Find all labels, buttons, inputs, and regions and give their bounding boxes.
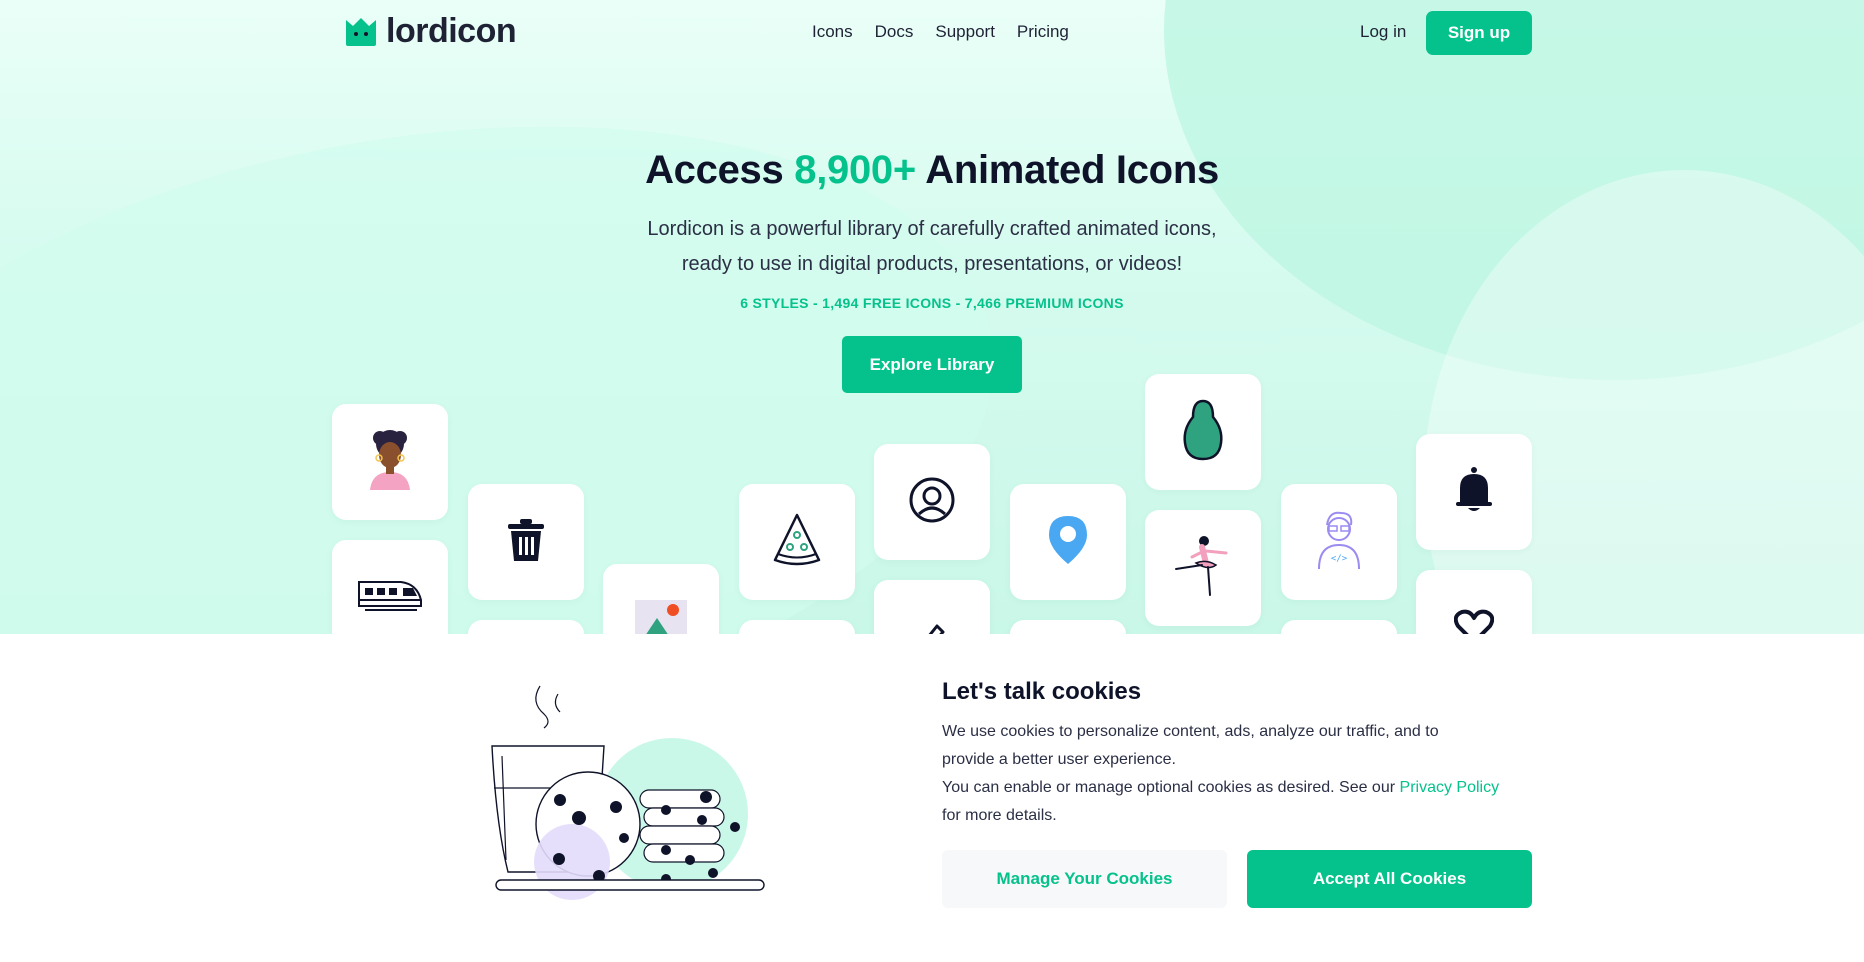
icon-tile[interactable] xyxy=(739,484,855,600)
icon-tile[interactable]: </> xyxy=(1281,484,1397,600)
icon-tile[interactable] xyxy=(1010,620,1126,634)
woman-avatar-icon xyxy=(362,428,418,497)
svg-text:</>: </> xyxy=(1331,554,1348,564)
hero-stats: 6 STYLES - 1,494 FREE ICONS - 7,466 PREM… xyxy=(740,295,1124,311)
hero-title-post: Animated Icons xyxy=(925,148,1219,192)
explore-library-button[interactable]: Explore Library xyxy=(842,336,1022,393)
logo[interactable]: lordicon xyxy=(344,12,517,50)
icon-tile[interactable] xyxy=(1145,374,1261,490)
cookie-text-line: You can enable or manage optional cookie… xyxy=(942,774,1542,802)
cookie-text: We use cookies to personalize content, a… xyxy=(942,718,1542,830)
icon-tile[interactable] xyxy=(1416,570,1532,634)
login-link[interactable]: Log in xyxy=(1360,22,1406,42)
image-icon xyxy=(633,598,689,634)
avocado-icon xyxy=(1181,399,1225,466)
cookie-text-line: We use cookies to personalize content, a… xyxy=(942,723,1439,740)
hero-subtitle-line: Lordicon is a powerful library of carefu… xyxy=(647,218,1217,240)
privacy-policy-link[interactable]: Privacy Policy xyxy=(1400,779,1500,796)
icon-tile[interactable] xyxy=(332,404,448,520)
location-pin-icon xyxy=(1047,514,1089,571)
icon-tile[interactable] xyxy=(468,620,584,634)
hero-section: lordicon Icons Docs Support Pricing Log … xyxy=(0,0,1864,634)
bell-icon xyxy=(1454,466,1494,519)
hero-title: Access 8,900+ Animated Icons xyxy=(0,148,1864,193)
cookie-text-segment: You can enable or manage optional cookie… xyxy=(942,779,1396,796)
pencil-icon xyxy=(917,620,947,634)
icon-tile[interactable] xyxy=(874,580,990,634)
icon-tile[interactable] xyxy=(1010,484,1126,600)
icon-tile[interactable] xyxy=(332,540,448,634)
icon-tile[interactable] xyxy=(468,484,584,600)
ballerina-icon xyxy=(1172,533,1234,604)
logo-text: lordicon xyxy=(386,12,517,50)
icon-tile[interactable] xyxy=(874,444,990,560)
icon-tile[interactable] xyxy=(1145,510,1261,626)
icon-tile[interactable] xyxy=(1281,620,1397,634)
site-header: lordicon Icons Docs Support Pricing Log … xyxy=(0,0,1864,68)
hero-subtitle: Lordicon is a powerful library of carefu… xyxy=(582,212,1282,282)
nav-item-icons[interactable]: Icons xyxy=(812,22,853,42)
cookie-text-line: provide a better user experience. xyxy=(942,751,1176,768)
main-nav: Icons Docs Support Pricing xyxy=(812,22,1069,42)
trash-icon xyxy=(506,517,546,568)
pizza-slice-icon xyxy=(771,512,823,573)
cookie-text-line: for more details. xyxy=(942,807,1057,824)
manage-cookies-button[interactable]: Manage Your Cookies xyxy=(942,850,1227,908)
accept-cookies-button[interactable]: Accept All Cookies xyxy=(1247,850,1532,908)
hero-subtitle-line: ready to use in digital products, presen… xyxy=(681,253,1183,275)
icon-tile[interactable] xyxy=(603,564,719,634)
icon-tile[interactable] xyxy=(739,620,855,634)
heart-icon xyxy=(1453,608,1495,634)
hero-title-accent: 8,900+ xyxy=(794,148,916,192)
crown-logo-icon xyxy=(344,14,378,48)
nav-item-docs[interactable]: Docs xyxy=(875,22,914,42)
cookie-title: Let's talk cookies xyxy=(942,678,1142,705)
hero-title-pre: Access xyxy=(645,148,784,192)
icon-tile[interactable] xyxy=(1416,434,1532,550)
signup-button[interactable]: Sign up xyxy=(1426,11,1532,55)
nav-item-support[interactable]: Support xyxy=(935,22,995,42)
developer-icon: </> xyxy=(1315,509,1363,576)
nav-item-pricing[interactable]: Pricing xyxy=(1017,22,1069,42)
cookie-illustration xyxy=(480,684,780,914)
cookie-banner: Let's talk cookies We use cookies to per… xyxy=(0,634,1864,962)
train-icon xyxy=(357,576,423,621)
user-circle-icon xyxy=(908,476,956,529)
